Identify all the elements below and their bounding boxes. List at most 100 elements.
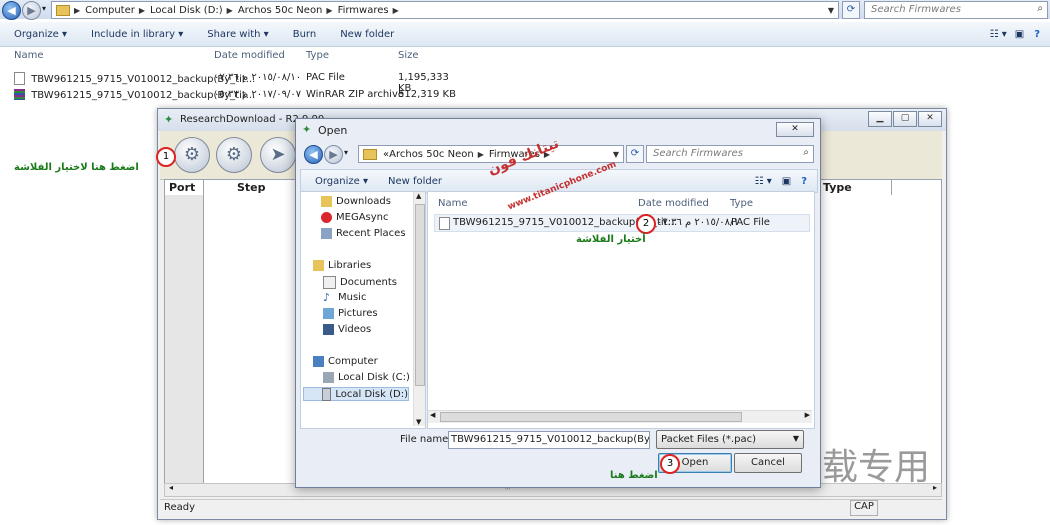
scroll-right-icon[interactable]: ▶	[805, 411, 810, 419]
organize-button[interactable]: Organize ▾	[14, 29, 67, 40]
megasync-icon	[321, 212, 332, 223]
nav-pictures[interactable]: Pictures	[323, 308, 378, 319]
recent-pages-chevron-icon[interactable]: ▾	[42, 4, 46, 13]
recent-pages-chevron-icon[interactable]: ▾	[344, 148, 348, 157]
organize-button[interactable]: Organize ▾	[315, 176, 368, 187]
breadcrumb-archos[interactable]: Archos 50c Neon	[389, 149, 474, 160]
column-name[interactable]: Name	[438, 198, 468, 209]
nav-documents[interactable]: Documents	[323, 276, 397, 289]
nav-recent-places[interactable]: Recent Places	[321, 228, 406, 239]
recent-places-icon	[321, 228, 332, 239]
scroll-up-icon[interactable]: ▲	[416, 192, 421, 200]
column-size[interactable]: Size	[398, 50, 419, 61]
refresh-icon[interactable]: ⟳	[626, 145, 644, 163]
column-date-modified[interactable]: Date modified	[214, 50, 285, 61]
preview-pane-icon[interactable]: ▣	[782, 176, 791, 187]
search-icon[interactable]: ⌕	[803, 147, 809, 158]
close-icon[interactable]: ✕	[918, 111, 942, 127]
chevron-down-icon[interactable]: ▼	[793, 434, 799, 443]
table-row[interactable]: TBW961215_9715_V010012_backup(By_tit... …	[14, 89, 464, 101]
forward-arrow-icon[interactable]: ▶	[324, 145, 343, 164]
dialog-search-input[interactable]: Search Firmwares ⌕	[646, 145, 814, 163]
scroll-thumb[interactable]	[440, 412, 742, 422]
nav-label: Videos	[338, 324, 372, 335]
column-type[interactable]: Type	[306, 50, 329, 61]
open-label: Open	[681, 457, 709, 468]
scroll-left-icon[interactable]: ◂	[169, 483, 173, 492]
open-file-dialog: ✦ Open ✕ ◀ ▶ ▾ « Archos 50c Neon ▶ Firmw…	[295, 118, 821, 488]
new-folder-button[interactable]: New folder	[388, 176, 442, 187]
file-type: PAC File	[306, 72, 345, 83]
pac-file-icon	[14, 72, 25, 85]
forward-arrow-icon[interactable]: ▶	[22, 1, 41, 20]
explorer-address-bar[interactable]: ▶ Computer ▶ Local Disk (D:) ▶ Archos 50…	[51, 1, 839, 19]
load-packet-gear-icon[interactable]: ⚙	[174, 137, 210, 173]
file-horizontal-scrollbar[interactable]: ◀ ▶	[428, 410, 812, 423]
breadcrumb-firmwares[interactable]: Firmwares	[338, 5, 389, 16]
back-arrow-icon[interactable]: ◀	[304, 145, 323, 164]
nav-megasync[interactable]: MEGAsync	[321, 212, 389, 223]
table-row[interactable]: TBW961215_9715_V010012_backup(By_tit... …	[14, 72, 464, 94]
view-options-icon[interactable]: ☷ ▾	[990, 29, 1007, 40]
nav-downloads[interactable]: Downloads	[321, 196, 391, 207]
help-icon[interactable]: ?	[801, 176, 807, 187]
search-icon[interactable]: ⌕	[1037, 3, 1043, 14]
nav-disk-d-selected[interactable]: Local Disk (D:)	[303, 387, 409, 401]
search-placeholder: Search Firmwares	[871, 4, 961, 15]
file-type-value: Packet Files (*.pac)	[661, 434, 756, 445]
file-list-pane: Name Date modified Type TBW961215_9715_V…	[427, 191, 815, 429]
view-options-icon[interactable]: ☷ ▾	[755, 176, 772, 187]
file-type: PAC File	[731, 217, 770, 228]
table-row[interactable]: TBW961215_9715_V010012_backup(By_tit... …	[434, 214, 810, 232]
nav-scrollbar[interactable]: ▲ ▼	[413, 192, 425, 426]
help-icon[interactable]: ?	[1034, 29, 1040, 40]
nav-label: Local Disk (C:)	[338, 372, 410, 383]
file-date: ٢٠١٧/٠٩/٠٧ م ٠٥:٣٣	[214, 89, 302, 100]
nav-libraries[interactable]: Libraries	[313, 260, 371, 271]
burn-button[interactable]: Burn	[293, 29, 316, 40]
window-controls: ▁ ▢ ✕	[867, 111, 942, 127]
address-dropdown-icon[interactable]: ▼	[828, 6, 834, 15]
column-port[interactable]: Port	[169, 181, 195, 194]
scroll-right-icon[interactable]: ▸	[933, 483, 937, 492]
scroll-thumb[interactable]	[415, 204, 425, 386]
breadcrumb-archos[interactable]: Archos 50c Neon	[238, 5, 323, 16]
port-column-area	[165, 195, 204, 483]
new-folder-button[interactable]: New folder	[340, 29, 394, 40]
file-type-select[interactable]: Packet Files (*.pac) ▼	[656, 430, 804, 449]
downloads-folder-icon	[321, 196, 332, 207]
nav-disk-c[interactable]: Local Disk (C:)	[323, 372, 410, 383]
maximize-icon[interactable]: ▢	[893, 111, 917, 127]
nav-computer[interactable]: Computer	[313, 356, 378, 367]
address-dropdown-icon[interactable]: ▼	[613, 150, 619, 159]
cancel-button[interactable]: Cancel	[734, 453, 802, 473]
dialog-title-bar: ✦ Open ✕	[296, 119, 820, 141]
column-step[interactable]: Step	[237, 181, 266, 194]
explorer-search-input[interactable]: Search Firmwares ⌕	[864, 1, 1048, 19]
research-status-bar: Ready CAP	[160, 499, 942, 516]
settings-gears-icon[interactable]: ⚙	[216, 137, 252, 173]
column-date-modified[interactable]: Date modified	[638, 198, 709, 209]
disk-icon	[322, 387, 332, 401]
close-icon[interactable]: ✕	[776, 122, 814, 137]
file-name-input[interactable]: TBW961215_9715_V010012_backup(By_titanic	[448, 431, 650, 449]
file-date: ٢٠١٥/٠٨/١٠ م ٠٧:٣٦	[214, 72, 302, 83]
column-type[interactable]: Type	[823, 181, 852, 194]
breadcrumb-disk-d[interactable]: Local Disk (D:)	[150, 5, 223, 16]
back-arrow-icon[interactable]: ◀	[2, 1, 21, 20]
start-download-arrow-icon[interactable]: ➤	[260, 137, 296, 173]
refresh-icon[interactable]: ⟳	[842, 1, 860, 19]
nav-label: Music	[338, 292, 367, 303]
breadcrumb-computer[interactable]: Computer	[85, 5, 135, 16]
nav-music[interactable]: ♪ Music	[323, 292, 366, 303]
scroll-left-icon[interactable]: ◀	[430, 411, 435, 419]
nav-label: Downloads	[336, 196, 391, 207]
share-with-button[interactable]: Share with ▾	[207, 29, 268, 40]
column-name[interactable]: Name	[14, 50, 44, 61]
scroll-down-icon[interactable]: ▼	[416, 418, 421, 426]
preview-pane-icon[interactable]: ▣	[1015, 29, 1024, 40]
column-type[interactable]: Type	[730, 198, 753, 209]
include-in-library-button[interactable]: Include in library ▾	[91, 29, 183, 40]
minimize-icon[interactable]: ▁	[868, 111, 892, 127]
nav-videos[interactable]: Videos	[323, 324, 371, 335]
